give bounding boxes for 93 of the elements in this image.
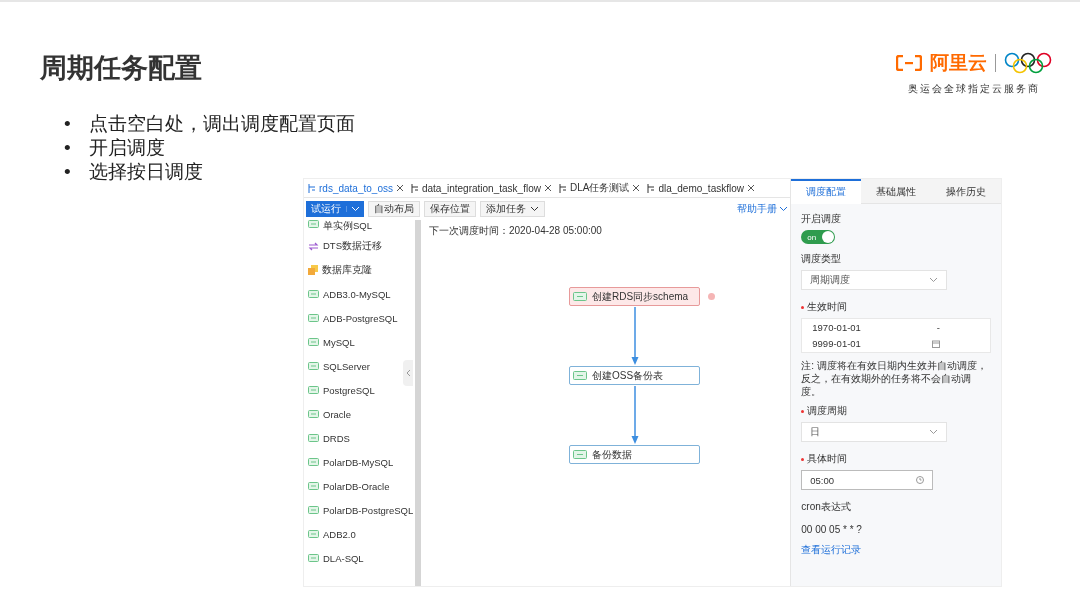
bullet-marker: • — [64, 136, 71, 160]
note-text: 注: 调度将在有效日期内生效并自动调度，反之，在有效期外的任务将不会自动调度。 — [801, 359, 988, 398]
flow-icon — [409, 183, 419, 193]
sql-icon — [308, 554, 319, 562]
file-tab[interactable]: dla_demo_taskflow — [643, 179, 758, 197]
collapse-handle[interactable] — [403, 360, 413, 386]
brand-name: 阿里云 — [930, 51, 987, 75]
bullet-text: 点击空白处，调出调度配置页面 — [88, 112, 355, 136]
cloud-logo-icon — [896, 55, 922, 71]
chevron-left-icon — [405, 369, 411, 377]
task-type-item[interactable]: PostgreSQL — [304, 378, 375, 402]
task-type-item[interactable]: PolarDB-MySQL — [304, 450, 394, 474]
sql-icon — [308, 314, 319, 322]
bullet-marker: • — [64, 160, 71, 184]
brand-tagline: 奥运会全球指定云服务商 — [908, 82, 1040, 96]
task-type-item[interactable]: 数据库克隆 — [304, 258, 372, 282]
task-type-item[interactable]: 单实例SQL — [304, 220, 372, 234]
sql-icon — [573, 450, 587, 459]
sql-icon — [308, 410, 319, 418]
sql-icon — [308, 338, 319, 346]
run-history-link[interactable]: 查看运行记录 — [801, 543, 862, 557]
file-tab[interactable]: data_integration_task_flow — [406, 179, 555, 197]
task-type-item[interactable]: DRDS — [304, 426, 350, 450]
field-label: 调度类型 — [801, 252, 843, 266]
task-node[interactable]: 创建OSS备份表 — [569, 366, 700, 385]
field-label: cron表达式 — [801, 500, 852, 514]
sync-arrows-icon — [308, 241, 319, 251]
time-field[interactable]: 05:00 — [801, 470, 934, 490]
close-icon[interactable] — [747, 184, 755, 192]
field-label: 具体时间 — [807, 452, 848, 466]
sql-icon — [308, 482, 319, 490]
close-icon[interactable] — [543, 184, 552, 192]
task-type-item[interactable]: DLA-SQL — [304, 546, 364, 570]
task-type-item[interactable]: PolarDB-Oracle — [304, 474, 390, 498]
bullet-text: 开启调度 — [88, 136, 165, 160]
next-run-text: 下一次调度时间：2020-04-28 05:00:00 — [429, 224, 602, 238]
flow-icon — [557, 183, 567, 193]
flow-arrow — [631, 307, 639, 365]
flow-icon — [646, 183, 656, 193]
bullet-text: 选择按日调度 — [88, 160, 203, 184]
bullet-marker: • — [64, 112, 71, 136]
caret-icon — [929, 429, 939, 435]
field-label: 开启调度 — [801, 212, 843, 226]
task-type-item[interactable]: Oracle — [304, 402, 351, 426]
status-dot — [708, 293, 715, 300]
task-type-item[interactable]: SQLServer — [304, 354, 370, 378]
run-button[interactable]: 试运行 — [306, 201, 364, 217]
file-tab[interactable]: DLA任务测试 — [554, 179, 644, 197]
period-select[interactable]: 日 — [801, 422, 948, 442]
sql-icon — [573, 371, 587, 380]
file-tab[interactable]: rds_data_to_oss — [304, 179, 407, 197]
task-type-item[interactable]: PolarDB-PostgreSQL — [304, 498, 413, 522]
sql-icon — [308, 362, 319, 370]
task-type-item[interactable]: ADB2.0 — [304, 522, 356, 546]
panel-tab[interactable]: 调度配置 — [791, 179, 862, 204]
caret-icon — [929, 277, 939, 283]
toolbar-button[interactable]: 自动布局 — [368, 201, 420, 217]
task-node[interactable]: 备份数据 — [569, 445, 700, 464]
close-icon[interactable] — [395, 184, 404, 192]
sql-icon — [308, 290, 319, 298]
help-link[interactable]: 帮助手册 — [737, 202, 789, 216]
flow-arrow — [631, 386, 639, 444]
sql-icon — [308, 530, 319, 538]
flow-icon — [307, 183, 316, 193]
toolbar-button[interactable]: 保存位置 — [424, 201, 476, 217]
slide-title: 周期任务配置 — [40, 52, 202, 85]
clock-icon — [916, 476, 925, 484]
caret-icon — [530, 206, 539, 212]
schedule-toggle[interactable]: on — [801, 230, 836, 244]
task-node[interactable]: 创建RDS同步schema — [569, 287, 700, 306]
field-label: 调度周期 — [807, 404, 848, 418]
task-type-item[interactable]: MySQL — [304, 330, 355, 354]
panel-tab[interactable]: 基础属性 — [861, 179, 932, 204]
close-icon[interactable] — [632, 184, 641, 192]
olympic-rings-icon — [1004, 52, 1052, 74]
panel-tab[interactable]: 操作历史 — [931, 179, 1001, 204]
task-type-item[interactable]: ADB-PostgreSQL — [304, 306, 398, 330]
sql-icon — [308, 434, 319, 442]
caret-icon — [779, 206, 789, 212]
cron-expression: 00 00 05 * * ? — [801, 524, 863, 535]
sql-icon — [308, 386, 319, 394]
sql-icon — [308, 458, 319, 466]
schedule-type-select[interactable]: 周期调度 — [801, 270, 948, 290]
task-type-item[interactable]: ADB3.0-MySQL — [304, 282, 391, 306]
toolbar-button[interactable]: 添加任务 — [480, 201, 545, 217]
date-range-field[interactable]: 1970-01-01 - 9999-01-01 — [801, 318, 991, 353]
sql-icon — [308, 220, 319, 228]
field-label: 生效时间 — [807, 300, 848, 314]
copy-icon — [308, 265, 318, 275]
sql-icon — [308, 506, 319, 514]
task-type-item[interactable]: DTS数据迁移 — [304, 234, 382, 258]
sql-icon — [573, 292, 587, 301]
calendar-icon — [932, 339, 940, 348]
